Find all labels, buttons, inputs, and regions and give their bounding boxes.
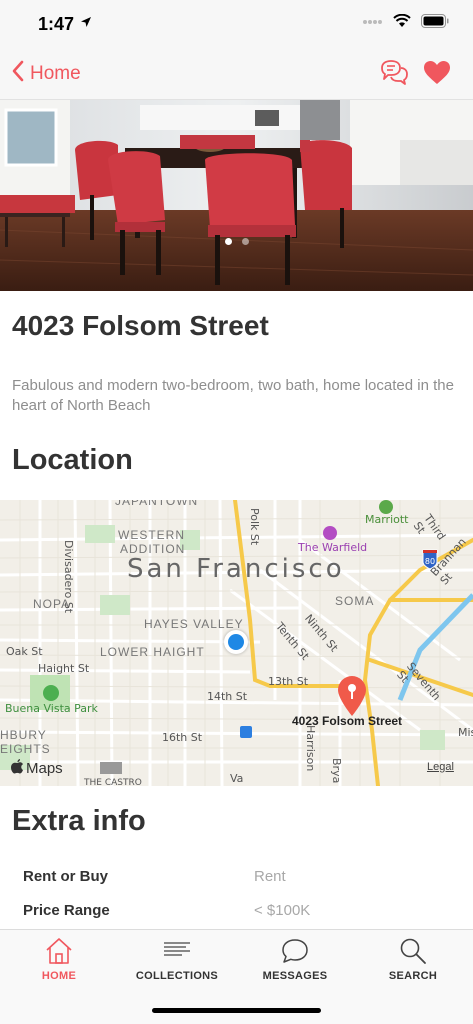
heart-icon[interactable] <box>423 60 451 90</box>
map-place-label: Buena Vista Park <box>5 702 98 715</box>
status-bar: 1:47 <box>0 0 473 48</box>
map-street-label: 13th St <box>268 675 309 688</box>
map-street-label: 16th St <box>162 731 203 744</box>
pager-dot-active[interactable] <box>224 238 232 245</box>
map-street-label: Divisadero St <box>62 540 75 614</box>
maps-attribution[interactable]: Maps <box>10 758 63 779</box>
nav-actions <box>379 58 451 91</box>
map-district-label: THE CASTRO <box>84 778 142 786</box>
tab-label: COLLECTIONS <box>135 970 219 982</box>
pager-dot[interactable] <box>241 238 249 245</box>
signal-icon <box>363 15 383 33</box>
search-icon <box>354 937 472 965</box>
map-district-label: HBURY <box>0 728 47 742</box>
info-key: Rent or Buy <box>23 868 109 885</box>
listing-description: Fabulous and modern two-bedroom, two bat… <box>12 377 454 414</box>
list-icon <box>118 937 236 963</box>
map-district-label: SOMA <box>335 594 375 608</box>
map-street-label: Harrison <box>304 725 317 772</box>
maps-attribution-label: Maps <box>26 760 63 777</box>
wifi-icon <box>393 13 411 33</box>
current-location-dot <box>224 630 248 654</box>
tab-collections[interactable]: COLLECTIONS <box>118 930 236 990</box>
map-district-label: HAYES VALLEY <box>144 617 244 631</box>
map-pin-label: 4023 Folsom Street <box>292 714 403 728</box>
tab-label: HOME <box>41 970 77 982</box>
location-map[interactable]: 80 JAPANTOWN WESTERN ADDITION NOPA HAYES… <box>0 500 473 786</box>
map-place-label: The Warfield <box>298 541 368 554</box>
info-value: < $100K <box>254 902 311 919</box>
info-row: Price Range < $100K <box>0 902 473 932</box>
back-button-label: Home <box>30 63 81 84</box>
map-street-label: Mis <box>458 726 473 739</box>
map-street-label: Va <box>230 772 244 785</box>
battery-icon <box>421 14 449 33</box>
tab-home[interactable]: HOME <box>0 930 118 990</box>
map-district-label: JAPANTOWN <box>115 500 199 508</box>
dining-room-photo <box>0 100 473 291</box>
tab-messages[interactable]: MESSAGES <box>236 930 354 990</box>
map-street-label: Brya <box>330 758 343 784</box>
info-key: Price Range <box>23 902 110 919</box>
location-arrow-icon <box>80 15 92 33</box>
tab-label: SEARCH <box>388 970 438 982</box>
location-heading: Location <box>12 444 133 476</box>
status-indicators <box>363 13 449 33</box>
tab-label: MESSAGES <box>262 970 328 982</box>
map-street-label: 14th St <box>207 690 248 703</box>
back-button[interactable]: Home <box>12 60 81 88</box>
map-district-label: EIGHTS <box>0 742 51 756</box>
listing-photo[interactable] <box>0 100 473 291</box>
photo-pager[interactable] <box>0 238 473 245</box>
extra-info-heading: Extra info <box>12 805 146 837</box>
chat-bubbles-icon[interactable] <box>379 58 409 91</box>
home-icon <box>0 937 118 965</box>
map-street-label: Oak St <box>6 645 43 658</box>
navigation-bar: Home <box>0 48 473 100</box>
map-street-label: Haight St <box>38 662 90 675</box>
info-row: Rent or Buy Rent <box>0 868 473 898</box>
speech-bubble-icon <box>236 937 354 965</box>
tab-search[interactable]: SEARCH <box>354 930 472 990</box>
status-time: 1:47 <box>38 14 75 34</box>
apple-logo-icon <box>10 758 24 779</box>
home-indicator[interactable] <box>152 1008 321 1013</box>
map-place-label: Marriott <box>365 513 409 526</box>
map-district-label: LOWER HAIGHT <box>100 645 205 659</box>
map-district-label: WESTERN <box>118 528 185 542</box>
chevron-left-icon <box>12 60 24 88</box>
info-value: Rent <box>254 868 286 885</box>
map-city-label: San Francisco <box>127 554 345 584</box>
listing-title: 4023 Folsom Street <box>12 310 269 341</box>
map-legal-link[interactable]: Legal <box>427 761 454 773</box>
map-street-label: Polk St <box>248 508 261 546</box>
